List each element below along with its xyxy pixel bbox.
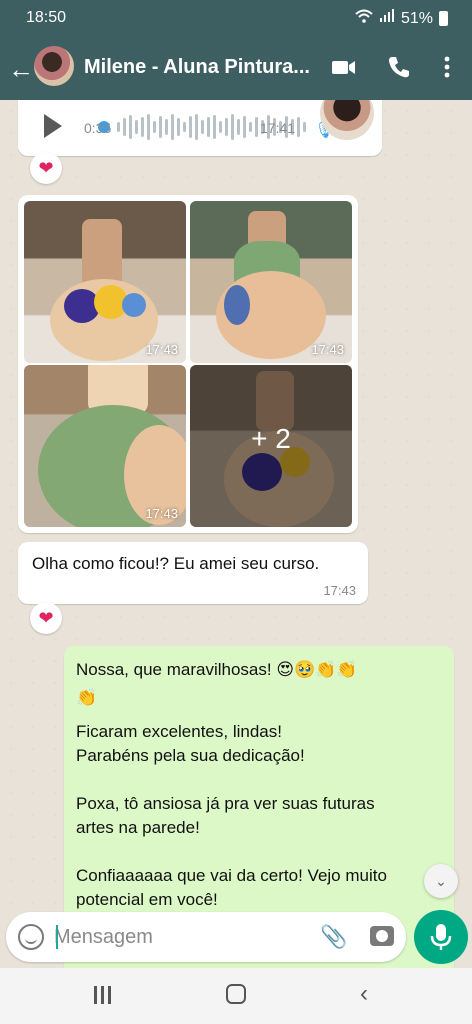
message-line: Ficaram excelentes, lindas! xyxy=(76,722,282,741)
photo-thumbnail[interactable]: 17:43 xyxy=(24,201,186,363)
photo-time: 17:43 xyxy=(145,342,178,357)
camera-icon[interactable] xyxy=(370,926,394,946)
message-line: artes na parede! xyxy=(76,818,200,837)
photo-thumbnail[interactable]: 17:43 xyxy=(190,201,352,363)
status-icons: 51% xyxy=(355,9,448,28)
battery-icon xyxy=(439,11,448,26)
message-composer: 📎 xyxy=(6,912,406,962)
microphone-icon xyxy=(430,924,452,950)
photo-time: 17:43 xyxy=(311,342,344,357)
scroll-down-icon[interactable]: ⌄ xyxy=(424,864,458,898)
message-line: potencial em você! xyxy=(76,890,218,909)
message-time: 17:43 xyxy=(323,583,356,598)
incoming-message: Olha como ficou!? Eu amei seu curso. 17:… xyxy=(18,542,368,604)
more-vert-icon[interactable] xyxy=(432,52,462,82)
heart-reaction[interactable]: ❤ xyxy=(30,602,62,634)
more-photos-count: + 2 xyxy=(251,423,291,454)
message-line: 👏 xyxy=(76,688,98,707)
message-text: Olha como ficou!? Eu amei seu curso. xyxy=(32,554,320,573)
message-line: Poxa, tô ansiosa já pra ver suas futuras xyxy=(76,794,375,813)
arrow-left-icon[interactable]: ← xyxy=(8,54,34,85)
back-icon[interactable]: ‹ xyxy=(360,980,368,1008)
top-app-bar: 18:50 51% ← Milene - Aluna Pintura... xyxy=(0,0,472,100)
contact-avatar[interactable] xyxy=(34,46,74,86)
chat-area[interactable]: 0:35 17:41 🎙 ❤ 17:43 17:43 17:43 + 2 Olh… xyxy=(0,100,472,968)
photo-thumbnail-more[interactable]: + 2 xyxy=(190,365,352,527)
audio-message: 0:35 17:41 🎙 xyxy=(18,100,382,156)
play-icon[interactable] xyxy=(44,114,62,138)
attach-icon[interactable]: 📎 xyxy=(320,924,347,950)
message-time: 17:41 xyxy=(260,120,296,136)
audio-duration: 0:35 xyxy=(84,120,112,136)
status-bar: 18:50 51% xyxy=(0,0,472,36)
emoji-icon[interactable] xyxy=(18,924,44,950)
video-camera-icon[interactable] xyxy=(328,52,358,82)
wifi-icon xyxy=(355,9,373,28)
heart-reaction[interactable]: ❤ xyxy=(30,152,62,184)
recent-apps-icon[interactable] xyxy=(94,986,114,1004)
microphone-button[interactable] xyxy=(414,910,468,964)
status-time: 18:50 xyxy=(26,9,67,26)
photo-time: 17:43 xyxy=(145,506,178,521)
message-line: Nossa, que maravilhosas! 😍🥹👏👏 xyxy=(76,660,358,679)
photo-thumbnail[interactable]: 17:43 xyxy=(24,365,186,527)
contact-name[interactable]: Milene - Aluna Pintura... xyxy=(84,56,314,79)
image-group: 17:43 17:43 17:43 + 2 xyxy=(18,195,358,533)
message-line: Confiaaaaaa que vai da certo! Vejo muito xyxy=(76,866,387,885)
system-navigation-bar: ‹ xyxy=(0,968,472,1024)
phone-icon[interactable] xyxy=(384,52,414,82)
chat-header: ← Milene - Aluna Pintura... xyxy=(0,36,472,100)
message-input[interactable] xyxy=(54,922,294,952)
battery-percent: 51% xyxy=(400,9,433,27)
home-icon[interactable] xyxy=(226,984,246,1004)
signal-icon xyxy=(379,9,395,28)
message-line: Parabéns pela sua dedicação! xyxy=(76,746,305,765)
text-cursor xyxy=(56,925,58,949)
